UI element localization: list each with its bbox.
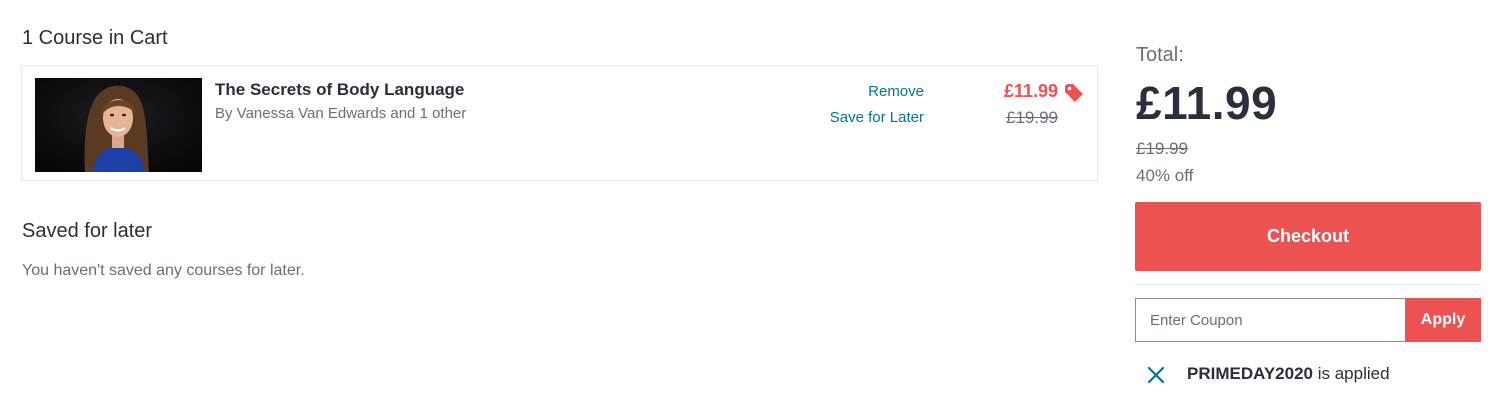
total-label: Total: bbox=[1136, 44, 1184, 66]
discount-percent: 40% off bbox=[1136, 166, 1194, 185]
divider bbox=[1135, 284, 1481, 285]
course-price: £11.99 bbox=[1003, 81, 1058, 101]
saved-for-later-heading: Saved for later bbox=[22, 220, 153, 242]
cart-item: The Secrets of Body Language By Vanessa … bbox=[21, 65, 1098, 181]
checkout-button[interactable]: Checkout bbox=[1135, 202, 1481, 271]
price-tag-icon bbox=[1065, 84, 1083, 102]
saved-for-later-empty-message: You haven't saved any courses for later. bbox=[22, 262, 305, 279]
coupon-input[interactable] bbox=[1135, 298, 1406, 342]
course-thumbnail[interactable] bbox=[35, 78, 202, 172]
course-author: By Vanessa Van Edwards and 1 other bbox=[215, 105, 467, 122]
applied-coupon-code: PRIMEDAY2020 bbox=[1187, 364, 1313, 383]
total-price: £11.99 bbox=[1136, 77, 1278, 129]
save-for-later-button[interactable]: Save for Later bbox=[830, 109, 924, 126]
apply-coupon-button[interactable]: Apply bbox=[1405, 298, 1481, 342]
instructor-photo-icon bbox=[35, 78, 202, 172]
remove-coupon-icon[interactable] bbox=[1146, 365, 1166, 385]
remove-button[interactable]: Remove bbox=[868, 83, 924, 100]
course-title[interactable]: The Secrets of Body Language bbox=[215, 80, 464, 100]
cart-heading: 1 Course in Cart bbox=[22, 27, 168, 49]
applied-coupon-text: PRIMEDAY2020 is applied bbox=[1187, 364, 1390, 384]
total-original-price: £19.99 bbox=[1136, 139, 1188, 158]
applied-coupon-suffix: is applied bbox=[1313, 364, 1390, 383]
course-original-price: £19.99 bbox=[1006, 108, 1058, 127]
